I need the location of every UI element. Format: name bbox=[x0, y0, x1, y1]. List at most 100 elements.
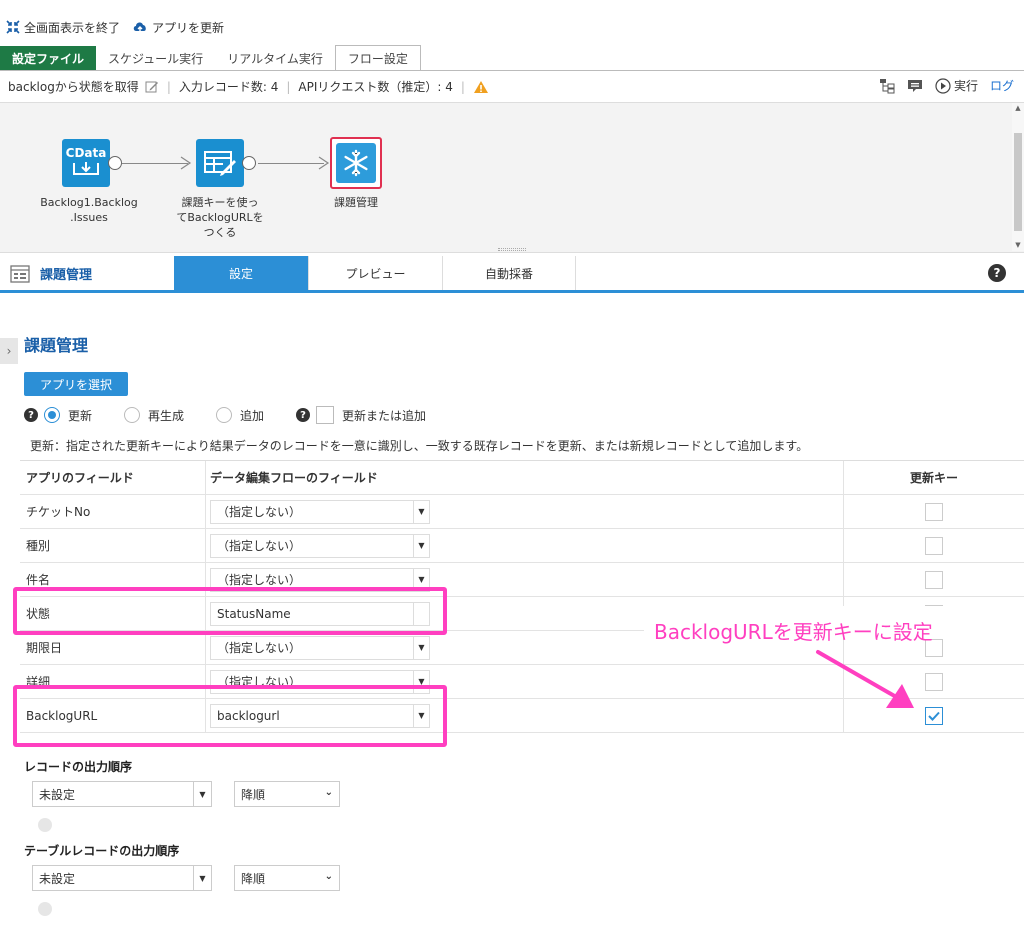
radio-update-label: 更新 bbox=[68, 408, 93, 423]
exit-fullscreen-label: 全画面表示を終了 bbox=[24, 20, 121, 35]
radio-regenerate-label: 再生成 bbox=[148, 408, 185, 423]
node-label-line: .Issues bbox=[70, 211, 108, 224]
table-record-order-direction-select[interactable]: 降順 ⌄ bbox=[234, 865, 340, 891]
record-order-direction-select[interactable]: 降順 ⌄ bbox=[234, 781, 340, 807]
radio-update[interactable] bbox=[44, 407, 60, 423]
divider: | bbox=[286, 79, 291, 94]
tab-schedule[interactable]: スケジュール実行 bbox=[96, 46, 215, 70]
tree-layout-icon[interactable] bbox=[879, 78, 895, 94]
update-key-checkbox[interactable] bbox=[925, 672, 943, 691]
upsert-checkbox[interactable] bbox=[316, 406, 335, 424]
update-key-checkbox[interactable] bbox=[925, 536, 943, 555]
flow-field-value: （指定しない） bbox=[217, 641, 302, 655]
run-label: 実行 bbox=[953, 79, 978, 93]
content-title: 課題管理 bbox=[24, 336, 89, 355]
flow-name: backlogから状態を取得 bbox=[8, 80, 139, 94]
chevron-down-icon: ⌄ bbox=[324, 787, 333, 798]
tab-realtime[interactable]: リアルタイム実行 bbox=[215, 46, 335, 70]
table-edit-icon bbox=[204, 151, 236, 176]
cdata-node-text: CData bbox=[65, 146, 107, 160]
mode-description: 更新：指定された更新キーにより結果データのレコードを一意に識別し、一致する既存レ… bbox=[30, 439, 809, 453]
top-toolbar: 全画面表示を終了 アプリを更新 bbox=[0, 0, 1024, 42]
flow-canvas[interactable]: CData Backlog1.Backlog .Issues 課題キーを使っ て… bbox=[0, 103, 1024, 253]
update-mode-group: ? 更新 再生成 追加 ? 更新または追加 bbox=[24, 404, 426, 426]
flow-field-value: （指定しない） bbox=[217, 573, 302, 587]
node-label-line: てBacklogURLを bbox=[176, 211, 264, 224]
table-header-row: アプリのフィールド データ編集フローのフィールド 更新キー bbox=[20, 461, 1024, 495]
upsert-label: 更新または追加 bbox=[342, 408, 427, 423]
run-button[interactable]: 実行 bbox=[935, 77, 978, 94]
help-icon[interactable]: ? bbox=[24, 408, 38, 422]
app-field-name: 期限日 bbox=[20, 631, 206, 664]
comment-icon[interactable] bbox=[907, 78, 923, 94]
help-icon[interactable]: ? bbox=[988, 264, 1006, 282]
radio-append[interactable] bbox=[216, 407, 233, 423]
main-tabs: 設定ファイル スケジュール実行 リアルタイム実行 フロー設定 bbox=[0, 45, 421, 70]
resize-handle[interactable] bbox=[498, 248, 526, 251]
flow-field-select[interactable]: （指定しない） ▼ bbox=[210, 499, 430, 524]
node-cdata-label: Backlog1.Backlog .Issues bbox=[34, 195, 144, 225]
record-order-field-select[interactable]: 未設定 ▼ bbox=[32, 781, 212, 807]
node-output-port[interactable] bbox=[242, 156, 256, 170]
select-app-button[interactable]: アプリを選択 bbox=[24, 372, 128, 396]
annotation-arrow-icon bbox=[816, 650, 914, 708]
node-calc-url[interactable] bbox=[196, 139, 244, 187]
caret-down-icon: ▼ bbox=[413, 636, 429, 659]
node-kintone-label: 課題管理 bbox=[316, 195, 396, 210]
column-header-app-field: アプリのフィールド bbox=[20, 461, 206, 494]
chevron-right-icon[interactable]: › bbox=[0, 338, 18, 364]
edit-icon[interactable] bbox=[145, 80, 159, 94]
flow-field-value: （指定しない） bbox=[217, 505, 302, 519]
snowflake-icon bbox=[344, 149, 368, 177]
canvas-scrollbar[interactable]: ▲ ▼ bbox=[1012, 103, 1024, 251]
table-record-order-title: テーブルレコードの出力順序 bbox=[24, 844, 180, 858]
radio-regenerate[interactable] bbox=[124, 407, 141, 423]
update-key-checkbox[interactable] bbox=[925, 570, 943, 589]
compress-icon bbox=[6, 20, 20, 34]
exit-fullscreen-button[interactable]: 全画面表示を終了 bbox=[6, 19, 120, 36]
log-link[interactable]: ログ bbox=[990, 77, 1014, 94]
add-sort-icon[interactable] bbox=[38, 818, 52, 832]
flow-actions: 実行 ログ bbox=[867, 77, 1014, 94]
help-icon[interactable]: ? bbox=[296, 408, 311, 422]
update-key-checkbox[interactable] bbox=[925, 502, 943, 521]
table-record-order-direction-value: 降順 bbox=[241, 871, 266, 886]
panel-title-text: 課題管理 bbox=[40, 268, 93, 283]
divider: | bbox=[166, 79, 171, 94]
caret-down-icon: ▼ bbox=[193, 782, 211, 806]
panel-title: 課題管理 bbox=[10, 264, 92, 283]
node-output-port[interactable] bbox=[108, 156, 122, 170]
column-header-update-key: 更新キー bbox=[909, 471, 958, 485]
scroll-thumb[interactable] bbox=[1014, 133, 1022, 231]
highlight-backlogurl-row bbox=[13, 685, 447, 747]
node-kintone-output[interactable] bbox=[330, 137, 382, 189]
tab-config-file[interactable]: 設定ファイル bbox=[0, 46, 97, 70]
flow-field-select[interactable]: （指定しない） ▼ bbox=[210, 533, 430, 558]
play-circle-icon bbox=[935, 77, 951, 94]
table-settings-icon bbox=[10, 264, 30, 283]
flow-info-bar: backlogから状態を取得 | 入力レコード数: 4 | APIリクエスト数（… bbox=[0, 71, 1024, 103]
download-box-icon bbox=[72, 162, 99, 175]
tab-preview[interactable]: プレビュー bbox=[308, 256, 442, 290]
column-header-flow-field: データ編集フローのフィールド bbox=[206, 461, 844, 494]
node-label-line: つくる bbox=[203, 226, 237, 239]
tab-auto-numbering[interactable]: 自動採番 bbox=[442, 256, 576, 290]
node-label-line: Backlog1.Backlog bbox=[40, 196, 138, 209]
node-cdata-source[interactable]: CData bbox=[62, 139, 110, 187]
arrow-right-icon bbox=[318, 156, 330, 170]
node-calc-label: 課題キーを使っ てBacklogURLを つくる bbox=[170, 195, 270, 240]
scroll-up-icon[interactable]: ▲ bbox=[1012, 103, 1024, 113]
add-sort-icon[interactable] bbox=[38, 902, 52, 916]
table-record-order-field-select[interactable]: 未設定 ▼ bbox=[32, 865, 212, 891]
table-row: 種別 （指定しない） ▼ bbox=[20, 529, 1024, 563]
highlight-status-row bbox=[13, 587, 447, 635]
caret-down-icon: ▼ bbox=[413, 500, 429, 523]
scroll-down-icon[interactable]: ▼ bbox=[1012, 241, 1024, 249]
input-record-count: 入力レコード数: 4 bbox=[178, 80, 279, 94]
warning-icon[interactable] bbox=[473, 80, 489, 94]
flow-field-select[interactable]: （指定しない） ▼ bbox=[210, 635, 430, 660]
update-key-checkbox-checked[interactable] bbox=[925, 706, 943, 725]
update-app-button[interactable]: アプリを更新 bbox=[132, 19, 224, 36]
tab-settings[interactable]: 設定 bbox=[174, 256, 308, 290]
tab-flow-settings[interactable]: フロー設定 bbox=[334, 45, 421, 70]
